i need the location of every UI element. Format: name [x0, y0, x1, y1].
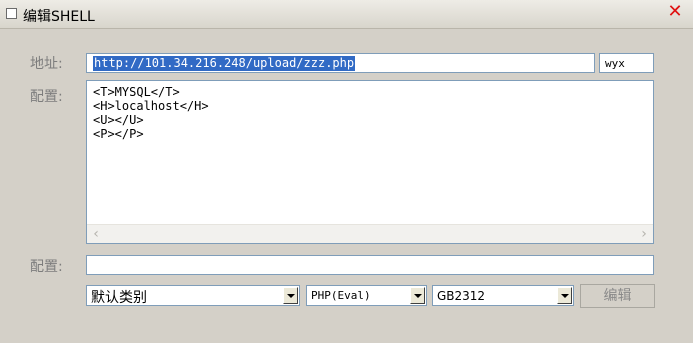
address-label: 地址:: [30, 56, 63, 72]
title-bar[interactable]: 编辑SHELL ✕: [0, 0, 693, 29]
window-title: 编辑SHELL: [23, 9, 95, 25]
config-label: 配置:: [30, 89, 63, 105]
address-input[interactable]: http://101.34.216.248/upload/zzz.php: [86, 53, 595, 73]
chevron-down-icon[interactable]: [557, 287, 572, 304]
chevron-down-icon[interactable]: [283, 287, 298, 304]
category-select-value: 默认类别: [91, 290, 147, 306]
script-type-select-value: PHP(Eval): [311, 289, 371, 302]
password-input[interactable]: wyx: [599, 53, 654, 73]
scroll-right-icon[interactable]: ›: [635, 225, 653, 243]
config2-input[interactable]: [86, 255, 654, 275]
password-input-value: wyx: [605, 57, 625, 70]
window-icon: [6, 8, 17, 19]
scroll-left-icon[interactable]: ‹: [87, 225, 105, 243]
address-input-value: http://101.34.216.248/upload/zzz.php: [93, 56, 356, 71]
config-textarea[interactable]: <T>MYSQL</T> <H>localhost</H> <U></U> <P…: [86, 80, 654, 244]
close-icon[interactable]: ✕: [667, 3, 683, 21]
chevron-down-icon[interactable]: [410, 287, 425, 304]
encoding-select-value: GB2312: [437, 289, 486, 303]
config-textarea-value: <T>MYSQL</T> <H>localhost</H> <U></U> <P…: [93, 85, 209, 141]
edit-button[interactable]: 编辑: [580, 284, 655, 308]
edit-shell-dialog: 编辑SHELL ✕ 地址: http://101.34.216.248/uplo…: [0, 0, 693, 343]
config2-label: 配置:: [30, 259, 63, 275]
horizontal-scrollbar[interactable]: ‹ ›: [87, 224, 653, 243]
category-select[interactable]: 默认类别: [86, 285, 300, 306]
encoding-select[interactable]: GB2312: [432, 285, 574, 306]
script-type-select[interactable]: PHP(Eval): [306, 285, 427, 306]
